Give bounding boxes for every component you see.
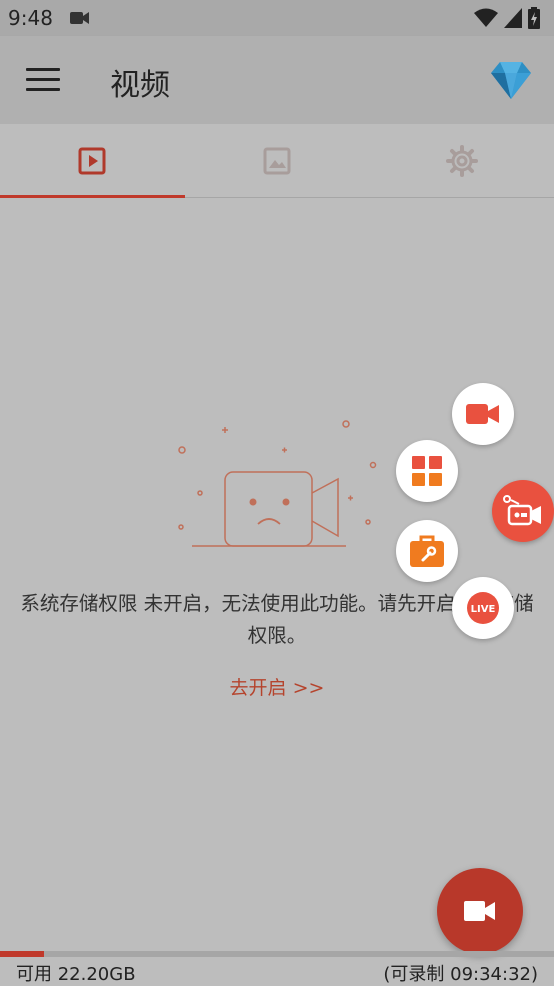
open-permission-link[interactable]: 去开启 >>	[0, 673, 554, 700]
video-play-icon	[78, 147, 106, 174]
record-time-text: (可录制 09:34:32)	[383, 964, 538, 985]
wifi-icon	[474, 8, 498, 27]
floating-recorder-ball[interactable]	[492, 480, 554, 542]
tab-bar	[0, 124, 554, 198]
live-button[interactable]: LIVE	[452, 577, 514, 639]
app-bar: 视频	[0, 36, 554, 124]
status-time: 9:48	[8, 6, 53, 30]
storage-free-text: 可用 22.20GB	[16, 964, 136, 985]
image-icon	[263, 147, 291, 174]
signal-icon	[504, 8, 522, 28]
page-title: 视频	[110, 68, 170, 103]
tab-settings[interactable]	[370, 124, 554, 197]
video-camera-icon	[464, 901, 495, 921]
record-fab[interactable]	[437, 868, 523, 954]
live-icon: LIVE	[467, 592, 499, 624]
tab-videos[interactable]	[0, 124, 184, 197]
diamond-icon[interactable]	[490, 60, 532, 100]
record-video-button[interactable]	[452, 383, 514, 445]
battery-icon	[528, 7, 540, 29]
screen-record-icon	[70, 12, 89, 24]
video-camera-icon	[466, 404, 499, 424]
sad-camera-illustration	[178, 420, 377, 547]
gear-icon	[446, 144, 478, 177]
menu-icon	[26, 68, 60, 71]
tab-indicator	[0, 195, 185, 198]
recorder-icon	[503, 495, 541, 526]
live-label: LIVE	[471, 604, 496, 615]
toolbox-icon	[410, 535, 444, 567]
toolbox-button[interactable]	[396, 520, 458, 582]
storage-usage-bar	[0, 951, 554, 957]
tab-images[interactable]	[185, 124, 369, 197]
grid-icon	[412, 456, 442, 486]
menu-button[interactable]	[26, 68, 60, 92]
storage-usage-fill	[0, 951, 45, 957]
status-bar: 9:48	[0, 0, 554, 36]
tools-button[interactable]	[396, 440, 458, 502]
